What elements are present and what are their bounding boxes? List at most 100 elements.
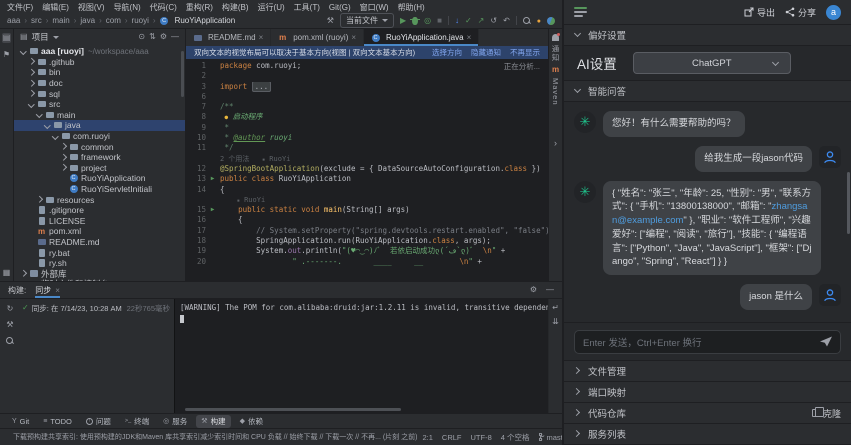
- model-select[interactable]: ChatGPT: [633, 52, 791, 74]
- chevron-icon[interactable]: [43, 121, 52, 130]
- breadcrumb-item[interactable]: src: [31, 16, 52, 25]
- chevron-icon[interactable]: [19, 269, 28, 278]
- banner-action-link[interactable]: 选择方向: [432, 47, 462, 58]
- editor-tab[interactable]: RuoYiApplication.java: [364, 29, 479, 46]
- run-gutter-icon[interactable]: [208, 154, 217, 164]
- chevron-icon[interactable]: [59, 185, 68, 194]
- tree-item[interactable]: aaa [ruoyi] ~/workspace/aaa: [14, 46, 185, 57]
- build-console[interactable]: [WARNING] The POM for com.alibaba:druid:…: [174, 299, 548, 413]
- tree-item[interactable]: framework: [14, 152, 185, 163]
- tree-item[interactable]: src: [14, 99, 185, 110]
- editor-tab[interactable]: README.md: [186, 29, 271, 46]
- run-gutter-icon[interactable]: [208, 71, 217, 81]
- tree-item[interactable]: README.md: [14, 237, 185, 248]
- section-qa[interactable]: 智能问答: [564, 81, 851, 102]
- menu-item[interactable]: 代码(C): [150, 2, 177, 13]
- chevron-icon[interactable]: [51, 132, 60, 141]
- file-encoding[interactable]: UTF-8: [471, 433, 492, 442]
- tree-item[interactable]: common: [14, 141, 185, 152]
- tool-window-button[interactable]: TODO: [38, 416, 77, 427]
- run-gutter-icon[interactable]: [208, 133, 217, 143]
- panel-section[interactable]: 代码仓库 克隆: [564, 403, 851, 424]
- chevron-icon[interactable]: [19, 280, 28, 281]
- tree-item[interactable]: sql: [14, 88, 185, 99]
- run-gutter-icon[interactable]: [208, 215, 217, 225]
- panel-section[interactable]: 文件管理: [564, 361, 851, 382]
- tree-item[interactable]: ry.sh: [14, 258, 185, 269]
- tree-item[interactable]: pom.xml: [14, 226, 185, 237]
- tree-item[interactable]: ry.bat: [14, 247, 185, 258]
- collapse-all-icon[interactable]: [149, 33, 156, 41]
- chevron-icon[interactable]: [27, 237, 36, 246]
- search-icon[interactable]: [523, 17, 531, 25]
- chevron-icon[interactable]: [35, 195, 44, 204]
- run-gutter-icon[interactable]: [208, 112, 217, 122]
- indent-setting[interactable]: 4 个空格: [501, 432, 530, 443]
- close-icon[interactable]: [467, 33, 472, 42]
- run-gutter-icon[interactable]: [208, 257, 217, 267]
- tree-item[interactable]: doc: [14, 78, 185, 89]
- run-gutter-icon[interactable]: [208, 102, 217, 112]
- run-config-select[interactable]: 当前文件: [340, 13, 394, 28]
- debug-icon[interactable]: [412, 17, 418, 25]
- maven-icon[interactable]: [552, 66, 559, 74]
- chevron-icon[interactable]: [27, 206, 36, 215]
- tree-item[interactable]: project: [14, 163, 185, 174]
- chevron-icon[interactable]: [27, 68, 36, 77]
- avatar[interactable]: a: [826, 5, 841, 20]
- run-gutter-icon[interactable]: [208, 185, 217, 195]
- editor-tab[interactable]: pom.xml (ruoyi): [271, 29, 364, 46]
- chevron-icon[interactable]: [35, 110, 44, 119]
- close-icon[interactable]: [259, 33, 264, 42]
- filter-icon[interactable]: [6, 337, 14, 345]
- tree-item[interactable]: LICENSE: [14, 216, 185, 227]
- tool-window-button[interactable]: Git: [7, 416, 34, 427]
- run-gutter-icon[interactable]: [208, 61, 217, 71]
- run-gutter-icon[interactable]: [208, 236, 217, 246]
- menu-item[interactable]: 视图(V): [78, 2, 105, 13]
- project-panel-title[interactable]: 项目: [32, 31, 49, 43]
- tree-item[interactable]: resources: [14, 194, 185, 205]
- run-icon[interactable]: [400, 17, 406, 25]
- menu-item[interactable]: 重构(R): [186, 2, 213, 13]
- banner-action-link[interactable]: 隐藏通知: [471, 47, 501, 58]
- notifications-icon[interactable]: [537, 17, 541, 25]
- menu-item[interactable]: 导航(N): [114, 2, 141, 13]
- run-gutter-icon[interactable]: [208, 92, 217, 102]
- run-gutter-icon[interactable]: [208, 82, 217, 92]
- tree-item[interactable]: 外部库: [14, 268, 185, 279]
- breadcrumb-item[interactable]: main: [52, 16, 80, 25]
- project-tool-icon[interactable]: [2, 33, 12, 43]
- tree-item[interactable]: RuoYiServletInitiali: [14, 184, 185, 195]
- menu-item[interactable]: 文件(F): [7, 2, 33, 13]
- panel-menu-icon[interactable]: [574, 7, 587, 17]
- build-project-icon[interactable]: [327, 17, 334, 25]
- menu-item[interactable]: 构建(B): [222, 2, 249, 13]
- run-gutter-icon[interactable]: [208, 226, 217, 236]
- tool-window-button[interactable]: 终端: [120, 415, 154, 428]
- tree-item[interactable]: 临时文件和控制台: [14, 279, 185, 281]
- menu-item[interactable]: 帮助(H): [398, 2, 425, 13]
- scroll-to-end-icon[interactable]: [552, 318, 559, 326]
- maven-tool-label[interactable]: Maven: [551, 78, 560, 106]
- tree-item[interactable]: bin: [14, 67, 185, 78]
- chevron-icon[interactable]: [27, 79, 36, 88]
- windows-icon[interactable]: [3, 269, 11, 277]
- coverage-icon[interactable]: [424, 17, 431, 25]
- breadcrumb-item[interactable]: ruoyi: [132, 16, 160, 25]
- caret-position[interactable]: 2:1: [422, 433, 432, 442]
- chevron-icon[interactable]: [27, 227, 36, 236]
- menu-item[interactable]: 运行(U): [258, 2, 285, 13]
- run-gutter-icon[interactable]: [208, 174, 217, 184]
- settings-icon[interactable]: [530, 286, 537, 294]
- panel-section[interactable]: 服务列表: [564, 424, 851, 445]
- tree-item[interactable]: RuoYiApplication: [14, 173, 185, 184]
- hide-panel-icon[interactable]: [546, 286, 554, 294]
- chevron-icon[interactable]: [59, 174, 68, 183]
- git-push-icon[interactable]: [478, 17, 485, 25]
- tree-item[interactable]: main: [14, 110, 185, 121]
- run-gutter-icon[interactable]: [208, 123, 217, 133]
- code-editor[interactable]: 1 package com.ruoyi; 2 3: [186, 59, 548, 281]
- breadcrumb-leaf[interactable]: RuoYiApplication: [160, 16, 236, 25]
- git-update-icon[interactable]: [455, 17, 459, 25]
